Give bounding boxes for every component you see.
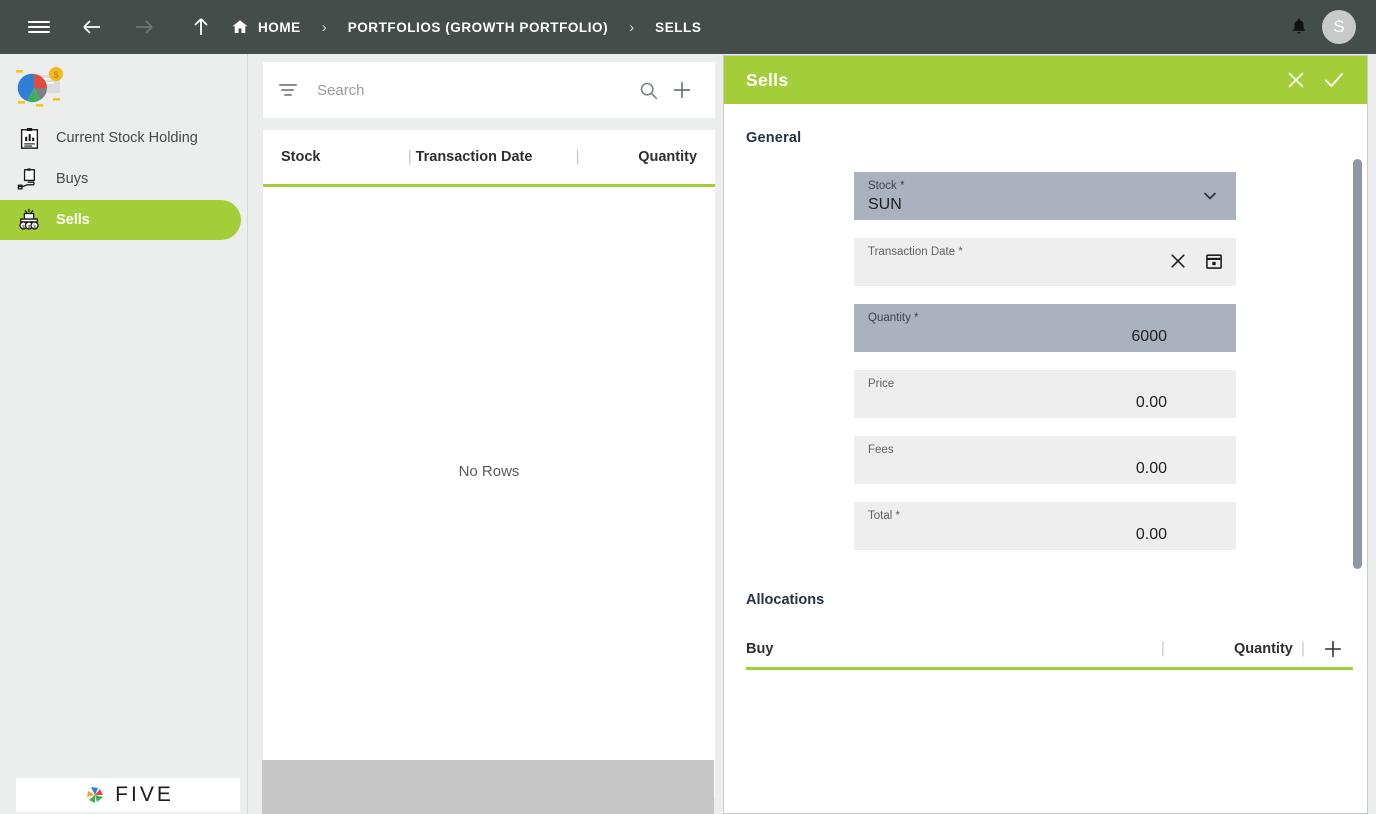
breadcrumb: HOME › PORTFOLIOS (GROWTH PORTFOLIO) › S… (231, 18, 701, 36)
plus-icon[interactable] (665, 73, 699, 107)
sidebar-item-sells[interactable]: $ $ $ Sells (0, 200, 241, 240)
five-pinwheel-icon (87, 787, 104, 803)
arrow-right-icon[interactable] (127, 10, 161, 44)
column-separator: | (1300, 639, 1305, 657)
column-separator: | (575, 148, 580, 165)
detail-panel: Sells General Stock * SUN Transaction Da… (723, 55, 1368, 814)
clipboard-chart-icon (14, 124, 44, 152)
search-input[interactable] (317, 81, 631, 99)
chevron-down-icon[interactable] (1200, 186, 1220, 211)
filter-icon[interactable] (279, 84, 299, 96)
field-value-total: 0.00 (1135, 526, 1167, 543)
detail-panel-body: General Stock * SUN Transaction Date * Q… (724, 104, 1367, 813)
breadcrumb-item-portfolios[interactable]: PORTFOLIOS (GROWTH PORTFOLIO) (348, 20, 608, 35)
sidebar-item-buys[interactable]: Buys (0, 159, 247, 199)
field-label-price: Price (868, 378, 895, 390)
detail-panel-title: Sells (746, 69, 789, 90)
column-header-stock[interactable]: Stock (281, 149, 404, 165)
calendar-icon[interactable] (1204, 251, 1224, 276)
svg-text:$: $ (53, 70, 58, 80)
money-stack-icon: $ $ $ (14, 206, 44, 234)
column-header-buy[interactable]: Buy (746, 641, 1153, 657)
breadcrumb-separator: › (629, 18, 635, 36)
breadcrumb-separator: › (321, 18, 327, 36)
field-label-quantity: Quantity * (868, 312, 919, 324)
clear-icon[interactable] (1168, 251, 1188, 276)
portfolio-pie-logo: $ (0, 54, 247, 112)
field-label-total: Total * (868, 510, 900, 522)
hand-clipboard-icon (14, 165, 44, 193)
five-brand-logo: FIVE (16, 778, 240, 812)
allocations-header-row: Buy | Quantity | (746, 630, 1353, 670)
field-stock[interactable]: Stock * SUN (854, 172, 1236, 220)
field-quantity[interactable]: Quantity * 6000 (854, 304, 1236, 352)
top-bar-actions: S (1284, 10, 1376, 44)
list-panel-footer (262, 760, 714, 814)
transaction-date-actions (1168, 251, 1224, 276)
grid-body: No Rows (263, 187, 715, 795)
field-value-fees: 0.00 (1135, 460, 1167, 477)
column-separator: | (1160, 639, 1165, 657)
section-title-general: General (746, 130, 802, 146)
sidebar-nav: Current Stock Holding Buys $ $ $ Sells (0, 118, 247, 240)
detail-vertical-scrollbar[interactable] (1352, 154, 1364, 809)
field-total[interactable]: Total * 0.00 (854, 502, 1236, 550)
home-icon (232, 20, 248, 33)
general-fields: Stock * SUN Transaction Date * Quantity … (724, 146, 1367, 550)
app-root: HOME › PORTFOLIOS (GROWTH PORTFOLIO) › S… (0, 0, 1376, 814)
column-header-quantity[interactable]: Quantity (583, 149, 697, 165)
svg-text:$: $ (28, 224, 31, 229)
field-price[interactable]: Price 0.00 (854, 370, 1236, 418)
svg-text:$: $ (22, 224, 25, 229)
breadcrumb-item-home[interactable]: HOME (231, 18, 301, 36)
breadcrumb-item-sells[interactable]: SELLS (655, 20, 701, 35)
sidebar-item-label: Sells (56, 212, 90, 228)
avatar[interactable]: S (1322, 10, 1356, 44)
check-icon[interactable] (1315, 61, 1353, 99)
column-header-allocation-quantity[interactable]: Quantity (1173, 641, 1293, 657)
field-label-fees: Fees (868, 444, 894, 456)
sidebar-item-label: Buys (56, 171, 89, 187)
breadcrumb-label-home[interactable]: HOME (258, 20, 301, 35)
search-bar (263, 62, 715, 118)
sidebar-item-current-stock-holding[interactable]: Current Stock Holding (0, 118, 247, 158)
bell-icon[interactable] (1284, 12, 1314, 42)
field-fees[interactable]: Fees 0.00 (854, 436, 1236, 484)
field-transaction-date[interactable]: Transaction Date * (854, 238, 1236, 286)
search-icon[interactable] (631, 73, 665, 107)
field-value-stock: SUN (868, 196, 902, 213)
add-allocation-plus-icon[interactable] (1313, 638, 1353, 660)
field-value-price: 0.00 (1135, 394, 1167, 411)
column-header-transaction-date[interactable]: Transaction Date (416, 149, 572, 165)
sells-grid: Stock | Transaction Date | Quantity No R… (263, 130, 715, 798)
hamburger-icon[interactable] (22, 10, 56, 44)
five-logo-text: FIVE (115, 783, 174, 806)
list-panel: Stock | Transaction Date | Quantity No R… (249, 54, 717, 814)
grid-header-row: Stock | Transaction Date | Quantity (263, 130, 715, 187)
close-icon[interactable] (1277, 61, 1315, 99)
sidebar: $ Current Stock Holding Buys $ $ $ Sells… (0, 54, 248, 814)
sidebar-item-label: Current Stock Holding (56, 130, 198, 146)
detail-panel-header: Sells (724, 56, 1367, 104)
field-label-stock: Stock * (868, 180, 905, 192)
field-value-quantity: 6000 (1131, 328, 1167, 345)
top-bar: HOME › PORTFOLIOS (GROWTH PORTFOLIO) › S… (0, 0, 1376, 54)
arrow-up-icon[interactable] (184, 10, 218, 44)
detail-vertical-scrollbar-thumb[interactable] (1353, 159, 1362, 569)
column-separator: | (407, 148, 412, 165)
svg-text:$: $ (33, 224, 36, 229)
section-title-allocations: Allocations (746, 592, 825, 608)
arrow-left-icon[interactable] (75, 10, 109, 44)
empty-state-message: No Rows (458, 462, 520, 480)
